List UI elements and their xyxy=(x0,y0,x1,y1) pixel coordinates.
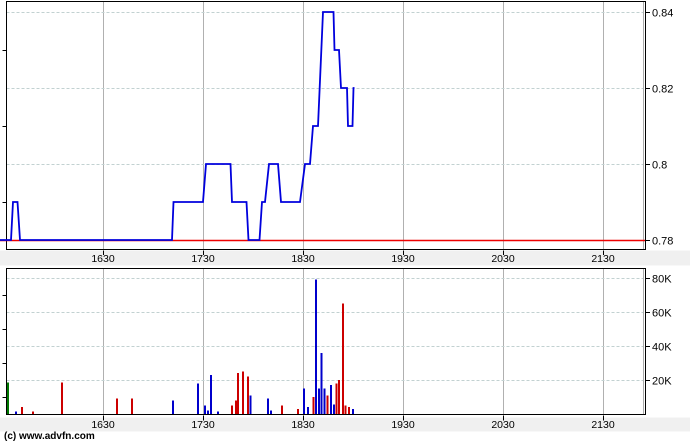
time-tick-label: 1930 xyxy=(391,419,415,431)
plot-frame xyxy=(7,2,646,250)
volume-bar xyxy=(307,407,309,414)
volume-bar xyxy=(267,399,269,414)
volume-bar xyxy=(318,389,320,415)
volume-bar xyxy=(270,411,272,414)
volume-bar xyxy=(313,397,315,414)
time-tick-label: 2030 xyxy=(491,419,515,431)
time-tick-label: 1630 xyxy=(91,419,115,431)
volume-bar xyxy=(348,407,350,414)
volume-bar xyxy=(32,411,34,414)
volume-bar xyxy=(342,304,344,415)
volume-bar xyxy=(217,411,219,414)
volume-bar xyxy=(242,372,244,415)
time-tick-label: 2130 xyxy=(591,419,615,431)
volume-bar xyxy=(281,406,283,415)
time-tick-label: 1930 xyxy=(391,253,415,265)
volume-bar xyxy=(61,383,63,414)
volume-bar xyxy=(303,389,305,415)
time-tick-label: 1730 xyxy=(191,419,215,431)
y-tick-label: 0.8 xyxy=(652,160,667,172)
volume-bar xyxy=(204,406,206,415)
y-tick-label: 0.82 xyxy=(652,84,673,96)
time-tick-label: 1830 xyxy=(291,419,315,431)
volume-bar xyxy=(297,409,299,414)
y-tick-label: 20K xyxy=(652,376,672,388)
volume-bar xyxy=(231,406,233,415)
volume-bar xyxy=(321,353,323,414)
volume-bar xyxy=(210,375,212,414)
advfn-intraday-chart: 1630 1730 1830 1930 2030 2130 1630 1730 1830 1930… xyxy=(0,0,690,446)
volume-bar xyxy=(315,280,317,414)
time-tick-label: 2030 xyxy=(491,253,515,265)
volume-bar xyxy=(7,383,9,414)
y-tick-label: 40K xyxy=(652,342,672,354)
volume-bar xyxy=(352,409,354,414)
y-tick-label: 60K xyxy=(652,308,672,320)
y-tick-label: 0.78 xyxy=(652,236,673,248)
plot-frame xyxy=(7,269,646,415)
volume-bar xyxy=(197,383,199,414)
volume-bar xyxy=(237,373,239,414)
volume-bar xyxy=(330,385,332,414)
volume-bar xyxy=(207,411,209,414)
volume-bar xyxy=(324,389,326,415)
time-tick-label: 1630 xyxy=(91,253,115,265)
advfn-watermark: (c) www.advfn.com xyxy=(4,431,95,442)
volume-bar xyxy=(21,407,23,414)
volume-bar xyxy=(247,377,249,414)
volume-bar xyxy=(336,383,338,414)
volume-bar xyxy=(250,395,252,414)
time-tick-label: 1730 xyxy=(191,253,215,265)
volume-bar xyxy=(131,399,133,414)
price-line xyxy=(0,12,355,240)
volume-bar xyxy=(333,405,335,414)
y-tick-label: 80K xyxy=(652,274,672,286)
y-tick-label: 0.84 xyxy=(652,8,673,20)
volume-bar xyxy=(15,411,17,414)
chart-canvas: 1630 1730 1830 1930 2030 2130 1630 1730 1830 1930… xyxy=(0,0,690,446)
volume-bar xyxy=(116,399,118,414)
time-tick-label: 2130 xyxy=(591,253,615,265)
volume-bar xyxy=(338,380,340,414)
volume-bar xyxy=(172,400,174,414)
volume-bar xyxy=(345,406,347,415)
time-tick-label: 1830 xyxy=(291,253,315,265)
volume-bar xyxy=(327,395,329,414)
volume-bar xyxy=(235,400,237,414)
